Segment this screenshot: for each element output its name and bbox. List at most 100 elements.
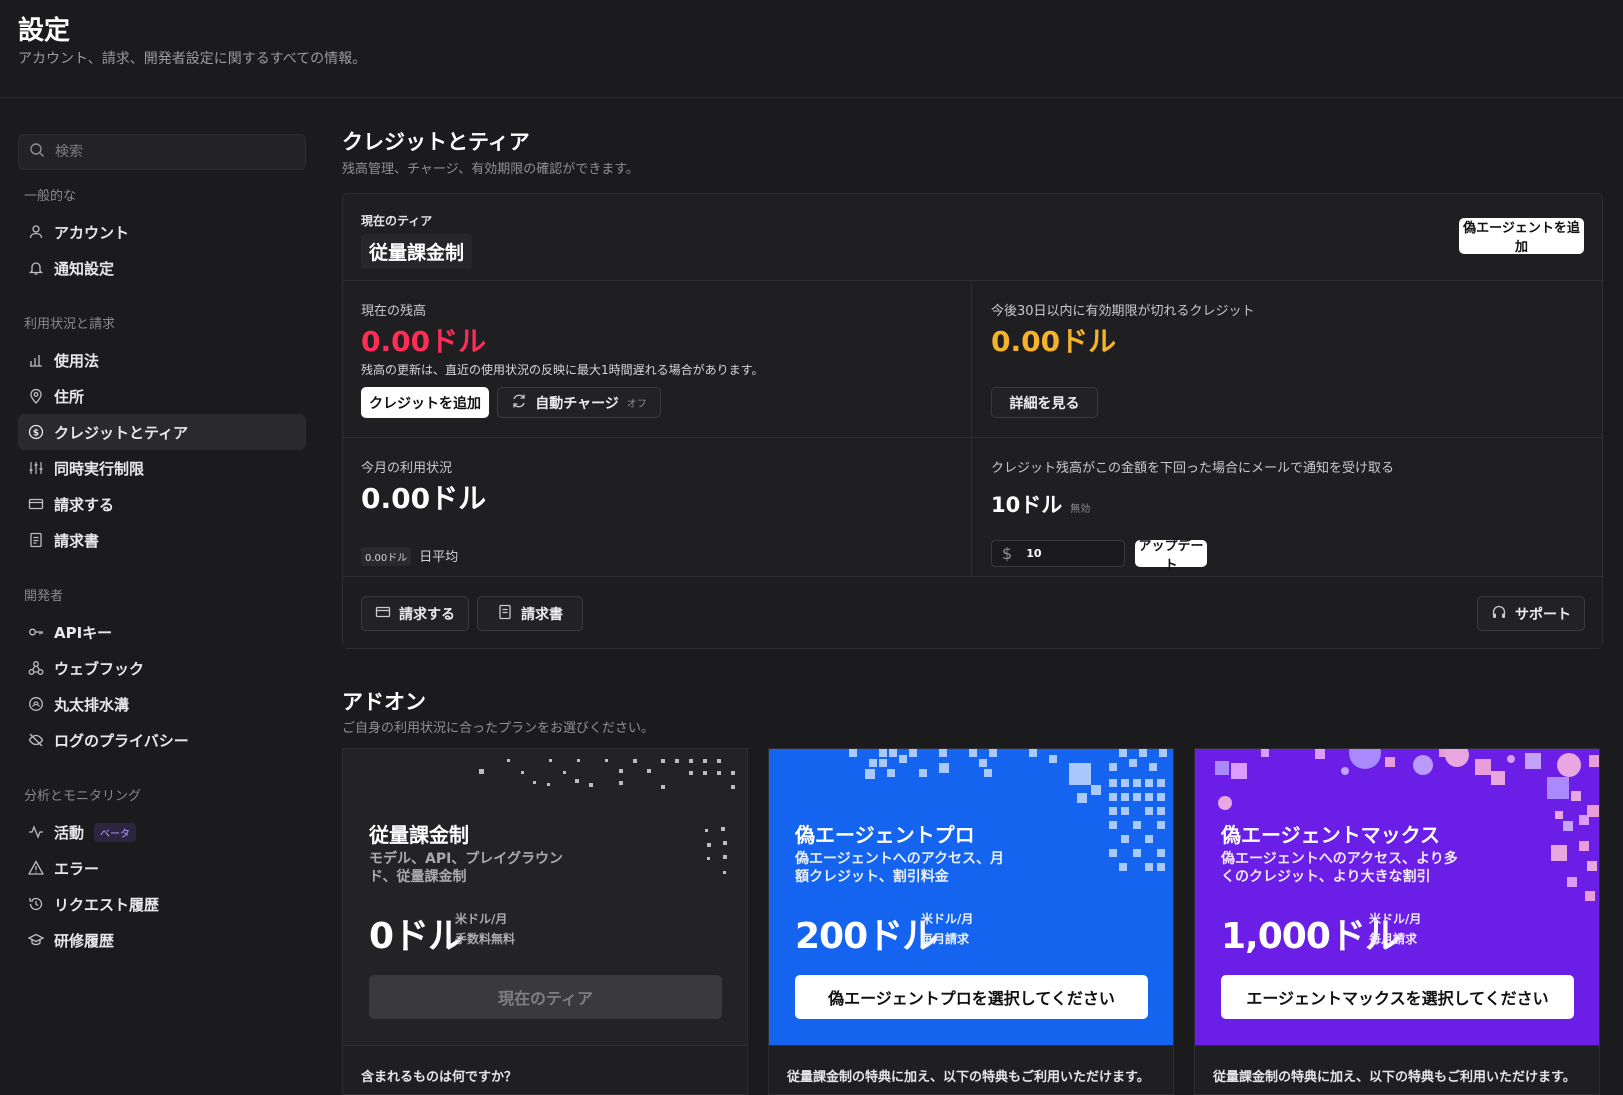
current-tier-label: 現在のティア — [361, 214, 433, 228]
daily-average: 0.00ドル 日平均 — [361, 546, 458, 566]
sidebar-item-usage[interactable]: 使用法 — [18, 342, 306, 378]
sidebar-item-label: エラー — [54, 859, 100, 878]
sidebar-item-label: ログのプライバシー — [54, 731, 189, 750]
plan-card-top: 偽エージェントマックス 偽エージェントへのアクセス、より多くのクレジット、より大… — [1195, 749, 1599, 1045]
nav-group-developer: 開発者 — [24, 589, 64, 604]
sidebar-item-label: リクエスト履歴 — [54, 895, 160, 914]
drain-icon — [28, 696, 44, 712]
plan-footer: 従量課金制の特典に加え、以下の特典もご利用いただけます。 — [769, 1045, 1173, 1094]
sidebar-item-account[interactable]: アカウント — [18, 214, 306, 250]
plan-price-unit: 米ドル/月 — [455, 912, 508, 926]
view-details-button[interactable]: 詳細を見る — [991, 387, 1098, 418]
plan-description: 偽エージェントへのアクセス、月額クレジット、割引料金 — [795, 851, 1005, 885]
nav-group-usage-billing: 利用状況と請求 — [24, 317, 116, 332]
bell-icon — [28, 260, 44, 276]
plan-footer: 含まれるものは何ですか？ — [343, 1045, 747, 1094]
expiring-value: 0.00ドル — [991, 325, 1117, 358]
graduation-cap-icon — [28, 932, 44, 948]
threshold-input-box[interactable]: $ — [991, 540, 1125, 567]
map-pin-icon — [28, 388, 44, 404]
balance-note: 残高の更新は、直近の使用状況の反映に最大1時間遅れる場合があります。 — [361, 363, 764, 377]
update-button[interactable]: アップデート — [1135, 539, 1207, 573]
search-input[interactable] — [55, 144, 275, 160]
search-box[interactable] — [18, 134, 306, 170]
plan-name: 偽エージェントマックス — [1221, 823, 1440, 847]
balance-label: 現在の残高 — [361, 304, 427, 319]
plan-price: 0ドル — [369, 916, 464, 957]
user-icon — [28, 224, 44, 240]
credits-section-subtitle: 残高管理、チャージ、有効期限の確認ができます。 — [342, 162, 639, 177]
sidebar-item-errors[interactable]: エラー — [18, 850, 306, 886]
plan-price-note: 毎月請求 — [1369, 932, 1418, 946]
threshold-value: 10ドル — [991, 493, 1063, 517]
auto-charge-label: 自動チャージ — [535, 395, 619, 412]
sidebar-item-api-keys[interactable]: APIキー — [18, 614, 306, 650]
nav-group-analytics: 分析とモニタリング — [24, 789, 142, 804]
credits-section-title: クレジットとティア — [342, 130, 530, 154]
warning-icon — [28, 860, 44, 876]
support-button[interactable]: サポート — [1477, 596, 1585, 631]
sidebar-item-log-privacy[interactable]: ログのプライバシー — [18, 722, 306, 758]
sidebar-item-invoices[interactable]: 請求書 — [18, 522, 306, 558]
auto-charge-button[interactable]: 自動チャージ オフ — [497, 387, 661, 418]
daily-average-label: 日平均 — [419, 550, 459, 565]
sidebar-item-concurrency[interactable]: 同時実行制限 — [18, 450, 306, 486]
sidebar-item-label: 丸太排水溝 — [54, 695, 130, 714]
plan-card-pro: 偽エージェントプロ 偽エージェントへのアクセス、月額クレジット、割引料金 200… — [768, 748, 1174, 1095]
bar-chart-icon — [28, 352, 44, 368]
plan-price-meta: 米ドル/月 手数料無料 — [455, 909, 515, 949]
page-title: 設定 — [18, 16, 71, 46]
billing-button-label: 請求する — [399, 606, 455, 623]
history-icon — [28, 896, 44, 912]
sidebar-item-address[interactable]: 住所 — [18, 378, 306, 414]
divider — [343, 280, 1604, 281]
sidebar-item-request-history[interactable]: リクエスト履歴 — [18, 886, 306, 922]
plan-card-top: 従量課金制 モデル、API、プレイグラウンド、従量課金制 0ドル 米ドル/月 手… — [343, 749, 747, 1045]
sidebar-item-label: APIキー — [54, 623, 113, 642]
plan-footer: 従量課金制の特典に加え、以下の特典もご利用いただけます。 — [1195, 1045, 1599, 1094]
beta-badge: ベータ — [94, 822, 137, 842]
plan-name: 従量課金制 — [369, 823, 469, 847]
threshold-label: クレジット残高がこの金額を下回った場合にメールで通知を受け取る — [991, 461, 1395, 476]
threshold-input[interactable] — [1026, 547, 1107, 560]
credit-card-icon — [28, 496, 44, 512]
auto-charge-state: オフ — [626, 399, 647, 410]
key-icon — [28, 624, 44, 640]
plan-card-max: 偽エージェントマックス 偽エージェントへのアクセス、より多くのクレジット、より大… — [1194, 748, 1600, 1095]
invoice-button-label: 請求書 — [521, 606, 563, 623]
current-tier-button[interactable]: 現在のティア — [369, 975, 722, 1019]
sidebar-item-log-drains[interactable]: 丸太排水溝 — [18, 686, 306, 722]
select-pro-button[interactable]: 偽エージェントプロを選択してください — [795, 975, 1148, 1019]
daily-average-value: 0.00ドル — [361, 547, 412, 566]
dollar-icon: $ — [1002, 544, 1013, 563]
receipt-icon — [28, 532, 44, 548]
sliders-icon — [28, 460, 44, 476]
plan-price-meta: 米ドル/月 毎月請求 — [921, 909, 973, 949]
eye-off-icon — [28, 732, 44, 748]
refresh-icon — [511, 393, 527, 413]
sidebar-item-activity[interactable]: 活動 ベータ — [18, 814, 306, 850]
sidebar-item-webhooks[interactable]: ウェブフック — [18, 650, 306, 686]
sidebar-item-label: 使用法 — [54, 351, 100, 370]
add-credits-button[interactable]: クレジットを追加 — [361, 387, 489, 418]
balance-value: 0.00ドル — [361, 325, 487, 358]
sidebar-item-training-history[interactable]: 研修履歴 — [18, 922, 306, 958]
threshold-display: 10ドル 無効 — [991, 489, 1090, 519]
add-agent-button[interactable]: 偽エージェントを追加 — [1459, 218, 1584, 255]
sidebar-item-label: アカウント — [54, 223, 130, 242]
svg-text:$: $ — [33, 429, 39, 439]
sidebar-item-notifications[interactable]: 通知設定 — [18, 250, 306, 286]
receipt-icon — [497, 604, 513, 624]
sidebar: 一般的な アカウント 通知設定 利用状況と請求 使用法 住所 $ クレジットとテ… — [18, 134, 306, 958]
addons-section-title: アドオン — [342, 690, 426, 714]
sidebar-item-credits-tiers[interactable]: $ クレジットとティア — [18, 414, 306, 450]
plan-card-payg: 従量課金制 モデル、API、プレイグラウンド、従量課金制 0ドル 米ドル/月 手… — [342, 748, 748, 1095]
billing-button[interactable]: 請求する — [361, 596, 469, 631]
monthly-usage-value: 0.00ドル — [361, 482, 487, 515]
sidebar-item-label: 通知設定 — [54, 259, 115, 278]
support-button-label: サポート — [1515, 606, 1571, 623]
invoice-button[interactable]: 請求書 — [477, 596, 583, 631]
select-max-button[interactable]: エージェントマックスを選択してください — [1221, 975, 1574, 1019]
search-icon — [29, 142, 45, 162]
sidebar-item-billing[interactable]: 請求する — [18, 486, 306, 522]
